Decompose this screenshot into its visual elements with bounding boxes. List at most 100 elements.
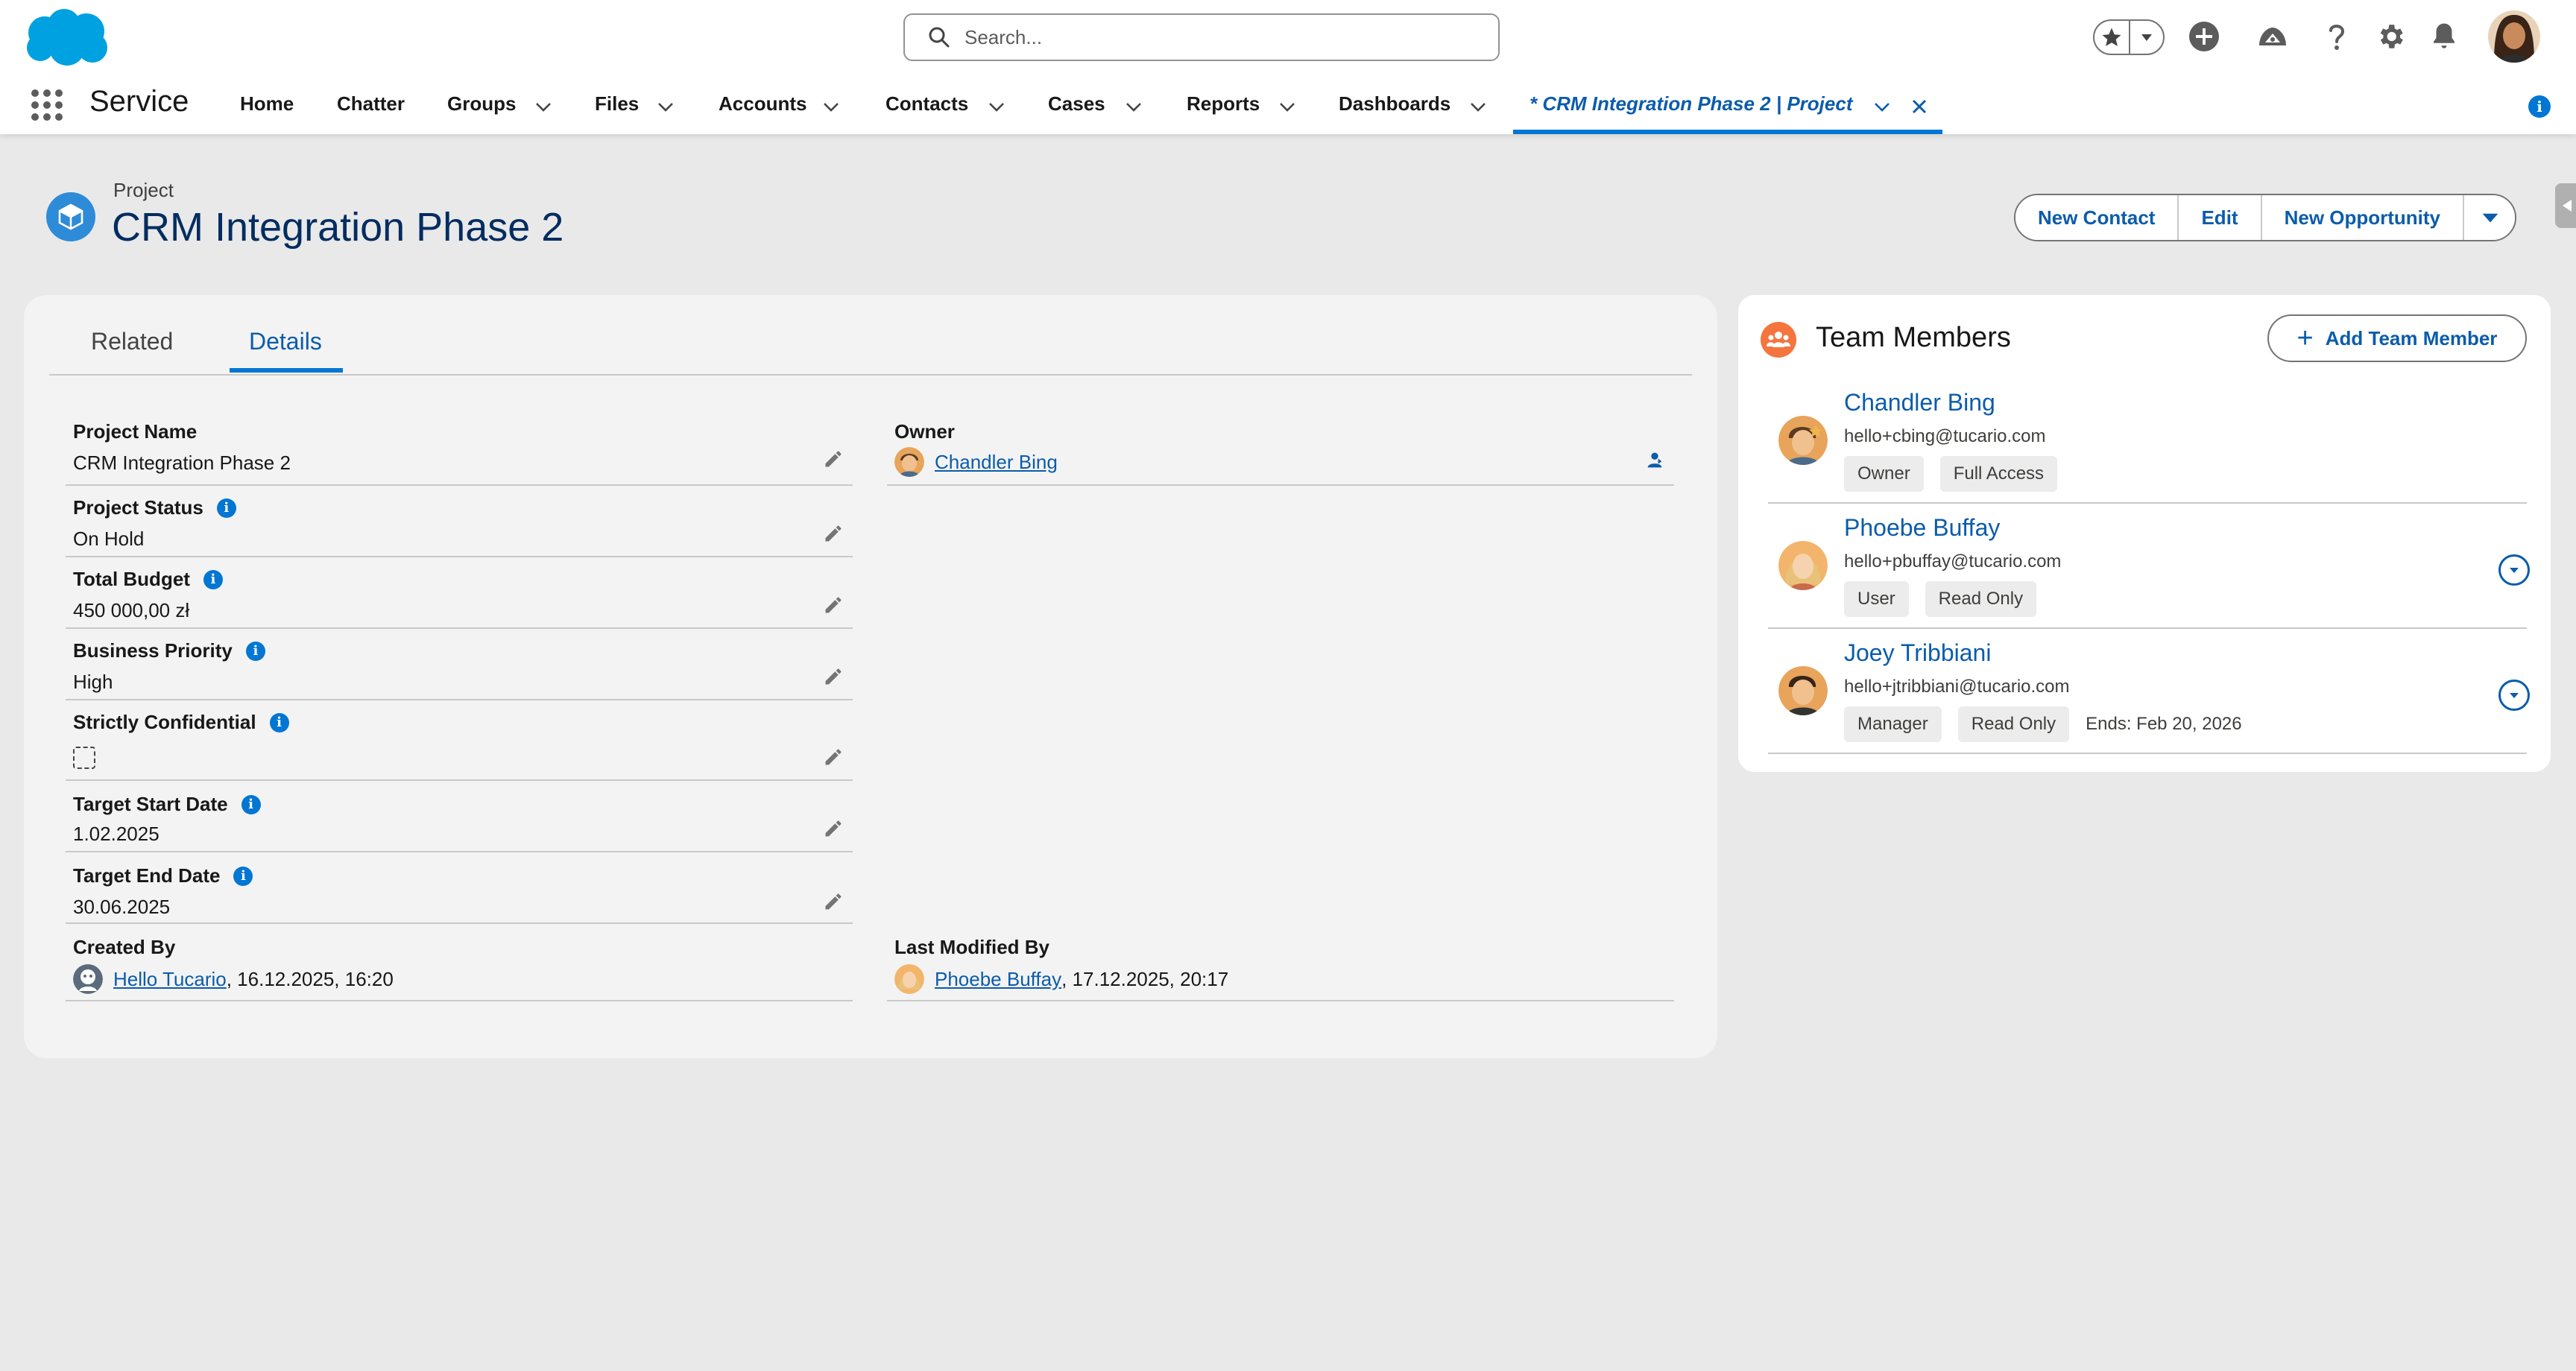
chevron-down-icon[interactable] [820, 95, 842, 118]
pencil-icon[interactable] [823, 595, 844, 615]
field-project-status: Project Status i On Hold [66, 486, 853, 557]
star-icon [2102, 28, 2121, 46]
notifications-button[interactable] [2425, 18, 2463, 55]
help-button[interactable] [2318, 18, 2355, 55]
tab-details[interactable]: Details [249, 328, 322, 355]
nav-item-accounts[interactable]: Accounts [719, 92, 806, 115]
field-label: Project Name [73, 420, 198, 443]
field-target-start-date: Target Start Date i 1.02.2025 [66, 781, 853, 852]
utility-panel-toggle[interactable] [2555, 183, 2576, 228]
member-name-link[interactable]: Phoebe Buffay [1844, 514, 2000, 542]
pencil-icon[interactable] [823, 818, 844, 839]
chevron-down-icon[interactable] [985, 95, 1008, 118]
field-label: Owner [894, 420, 955, 443]
add-team-member-button[interactable]: + Add Team Member [2267, 314, 2527, 362]
more-actions-button[interactable] [2463, 195, 2516, 240]
field-value: Hello Tucario , 16.12.2025, 16:20 [73, 964, 394, 994]
info-icon[interactable]: i [203, 569, 223, 589]
field-value: Phoebe Buffay , 17.12.2025, 20:17 [894, 964, 1228, 994]
pencil-icon[interactable] [823, 747, 844, 767]
member-actions-dropdown[interactable] [2498, 680, 2530, 711]
member-actions-dropdown[interactable] [2498, 554, 2530, 586]
plus-circle-icon [2189, 22, 2219, 51]
new-contact-button[interactable]: New Contact [2015, 195, 2178, 240]
nav-item-dashboards[interactable]: Dashboards [1339, 92, 1450, 115]
nav-item-home[interactable]: Home [240, 92, 294, 115]
nav-item-contacts[interactable]: Contacts [886, 92, 968, 115]
field-created-by: Created By Hello Tucario , 16.12.2025, 1… [66, 924, 853, 1001]
field-owner: Owner Chandler Bing [887, 407, 1674, 486]
info-icon[interactable]: i [2528, 95, 2551, 118]
active-tab-indicator [230, 368, 343, 373]
member-name-link[interactable]: Joey Tribbiani [1844, 639, 1991, 667]
chevron-down-icon[interactable] [1467, 95, 1489, 118]
user-avatar[interactable] [2488, 10, 2540, 63]
chevron-down-icon[interactable] [1871, 95, 1893, 118]
info-icon[interactable]: i [269, 712, 289, 732]
info-icon[interactable]: i [245, 641, 265, 661]
role-badge: Manager [1844, 706, 1942, 742]
field-project-name: Project Name CRM Integration Phase 2 [66, 407, 853, 486]
setup-button[interactable] [2372, 18, 2409, 55]
field-label-text: Strictly Confidential [73, 711, 256, 733]
chevron-down-icon[interactable] [532, 95, 555, 118]
global-header [0, 0, 2576, 73]
nav-item-files[interactable]: Files [595, 92, 639, 115]
nav-tab-record[interactable]: * CRM Integration Phase 2 | Project [1513, 73, 1942, 134]
nav-bar: Service Home Chatter Groups Files Accoun… [0, 73, 2576, 134]
add-team-member-label: Add Team Member [2325, 326, 2498, 349]
nav-item-cases[interactable]: Cases [1048, 92, 1105, 115]
pencil-icon[interactable] [823, 449, 844, 469]
field-target-end-date: Target End Date i 30.06.2025 [66, 852, 853, 924]
edit-button[interactable]: Edit [2177, 195, 2261, 240]
last-modified-by-link[interactable]: Phoebe Buffay [935, 968, 1061, 991]
member-name-link[interactable]: Chandler Bing [1844, 389, 1995, 417]
people-icon [1767, 332, 1790, 347]
confidential-checkbox[interactable] [73, 747, 95, 769]
info-icon[interactable]: i [241, 794, 261, 814]
field-label: Strictly Confidential i [73, 711, 289, 734]
field-label: Created By [73, 936, 176, 958]
tab-related[interactable]: Related [91, 328, 173, 355]
field-label-text: Business Priority [73, 639, 233, 662]
favorites-button[interactable] [2094, 21, 2129, 54]
page-title: CRM Integration Phase 2 [112, 205, 564, 250]
chevron-down-icon[interactable] [1276, 95, 1298, 118]
owner-link[interactable]: Chandler Bing [935, 451, 1058, 474]
pencil-icon[interactable] [823, 891, 844, 912]
team-icon [1761, 322, 1796, 358]
chevron-down-icon[interactable] [654, 95, 677, 118]
member-badges: Manager Read Only Ends: Feb 20, 2026 [1844, 706, 2242, 742]
info-icon[interactable]: i [216, 498, 236, 518]
nav-item-reports[interactable]: Reports [1187, 92, 1260, 115]
field-strictly-confidential: Strictly Confidential i [66, 700, 853, 781]
nav-item-groups[interactable]: Groups [447, 92, 516, 115]
created-by-link[interactable]: Hello Tucario [113, 968, 227, 991]
chevron-down-icon[interactable] [1123, 95, 1145, 118]
app-launcher-icon[interactable] [30, 88, 64, 122]
field-value: On Hold [73, 528, 145, 550]
pencil-icon[interactable] [823, 523, 844, 544]
nav-item-chatter[interactable]: Chatter [337, 92, 405, 115]
caret-down-icon [2141, 34, 2152, 41]
team-members-title: Team Members [1816, 322, 2011, 353]
app-name: Service [89, 85, 189, 118]
role-badge: Owner [1844, 456, 1924, 492]
search-input[interactable] [965, 25, 1471, 49]
user-avatar-image [2488, 10, 2540, 63]
plus-icon: + [2296, 323, 2314, 354]
change-owner-icon[interactable] [1644, 450, 1665, 471]
close-icon[interactable] [1908, 95, 1931, 118]
global-search[interactable] [903, 13, 1500, 61]
avatar [894, 447, 924, 477]
gear-icon [2380, 25, 2403, 48]
salesforce-cloud-icon[interactable] [21, 6, 112, 69]
favorites-menu-button[interactable] [2128, 21, 2163, 54]
trailhead-button[interactable] [2254, 18, 2291, 55]
info-icon[interactable]: i [233, 866, 253, 886]
global-actions-button[interactable] [2185, 18, 2223, 55]
bell-icon [2434, 23, 2455, 48]
field-value: CRM Integration Phase 2 [73, 452, 291, 474]
new-opportunity-button[interactable]: New Opportunity [2260, 195, 2463, 240]
pencil-icon[interactable] [823, 666, 844, 687]
